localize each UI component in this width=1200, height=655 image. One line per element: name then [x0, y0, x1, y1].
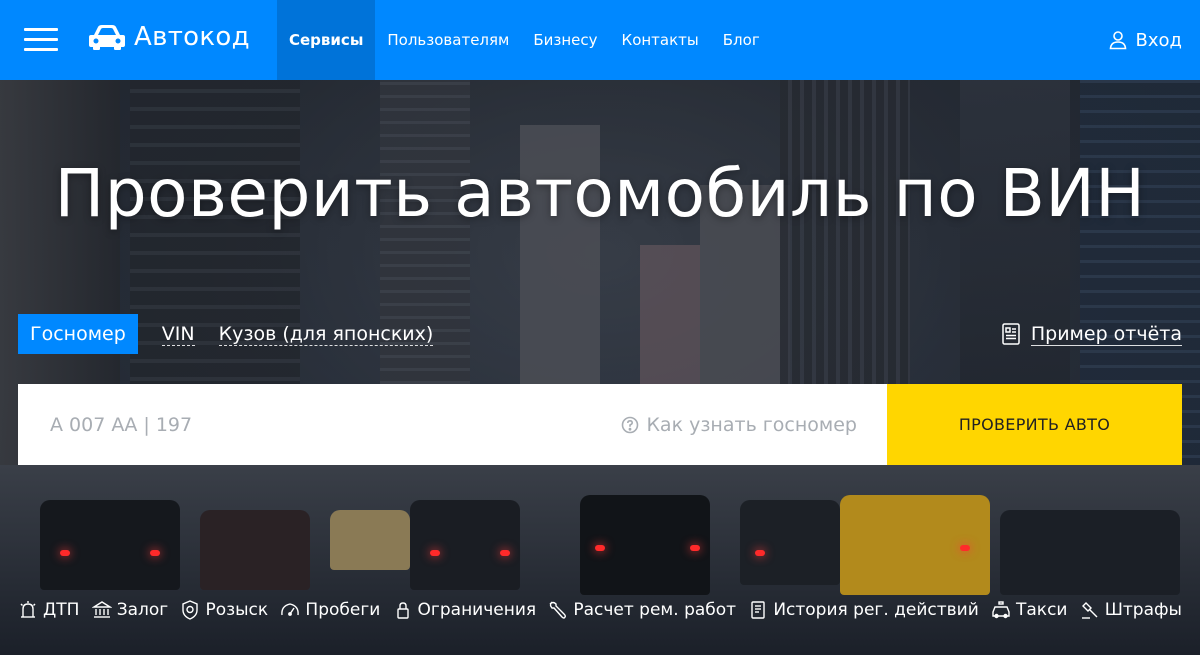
tail-light — [430, 550, 440, 556]
service-taxi[interactable]: Такси — [991, 600, 1067, 620]
bank-icon — [91, 601, 112, 618]
plate-number-input[interactable] — [18, 384, 598, 465]
tab-body-number[interactable]: Кузов (для японских) — [218, 314, 434, 354]
hero-title: Проверить автомобиль по ВИН — [54, 155, 1146, 232]
plate-help-label: Как узнать госномер — [646, 413, 857, 436]
tab-vin[interactable]: VIN — [161, 314, 195, 354]
plate-help-link[interactable]: Как узнать госномер — [621, 384, 857, 465]
service-wanted[interactable]: Розыск — [180, 600, 268, 620]
report-icon — [1002, 323, 1020, 345]
service-label: Такси — [1016, 600, 1068, 620]
background-car — [740, 500, 840, 585]
service-accidents[interactable]: ДТП — [18, 600, 79, 620]
tail-light — [500, 550, 510, 556]
tail-light — [690, 545, 700, 551]
service-label: Ограничения — [417, 600, 537, 620]
hero-section: Проверить автомобиль по ВИН Госномер VIN… — [0, 80, 1200, 655]
background-car — [410, 500, 520, 590]
wrench-icon — [549, 601, 567, 619]
service-label: Штрафы — [1104, 600, 1182, 620]
search-type-tabs: Госномер VIN Кузов (для японских) — [18, 314, 457, 354]
tail-light — [60, 550, 70, 556]
tail-light — [755, 550, 765, 556]
background-car — [1000, 510, 1180, 595]
service-label: Расчет рем. работ — [573, 600, 737, 620]
question-circle-icon — [622, 416, 639, 433]
logo-text: Автокод — [134, 22, 250, 52]
lock-icon — [396, 602, 409, 619]
service-repair-estimate[interactable]: Расчет рем. работ — [548, 600, 736, 620]
service-pledge[interactable]: Залог — [91, 600, 169, 620]
tab-label: Госномер — [30, 323, 126, 345]
tab-label: Кузов (для японских) — [218, 322, 434, 346]
nav-users[interactable]: Пользователям — [375, 0, 521, 80]
main-nav: Сервисы Пользователям Бизнесу Контакты Б… — [277, 0, 772, 80]
badge-icon — [182, 600, 199, 620]
logo[interactable]: Автокод — [88, 22, 250, 52]
login-label: Вход — [1135, 29, 1182, 51]
service-mileage[interactable]: Пробеги — [280, 600, 380, 620]
service-fines[interactable]: Штрафы — [1080, 600, 1182, 620]
gavel-icon — [1081, 602, 1098, 619]
vehicle-search-form: Как узнать госномер ПРОВЕРИТЬ АВТО — [18, 384, 1182, 465]
tail-light — [960, 545, 970, 551]
top-header: Автокод Сервисы Пользователям Бизнесу Ко… — [0, 0, 1200, 80]
user-icon — [1109, 31, 1126, 50]
tail-light — [595, 545, 605, 551]
background-car — [330, 510, 410, 570]
background-car — [40, 500, 180, 590]
search-field: Как узнать госномер — [18, 384, 887, 465]
service-label: История рег. действий — [773, 600, 979, 620]
nav-blog[interactable]: Блог — [711, 0, 772, 80]
sample-report-link[interactable]: Пример отчёта — [1001, 314, 1182, 354]
document-icon — [751, 601, 766, 619]
nav-business[interactable]: Бизнесу — [521, 0, 609, 80]
background-car — [200, 510, 310, 590]
menu-icon[interactable] — [24, 28, 58, 52]
tail-light — [150, 550, 160, 556]
service-restrictions[interactable]: Ограничения — [393, 600, 537, 620]
speedometer-icon — [281, 603, 300, 616]
accident-icon — [20, 601, 36, 618]
taxi-icon — [992, 601, 1010, 619]
nav-services[interactable]: Сервисы — [277, 0, 376, 80]
tab-plate-number[interactable]: Госномер — [18, 314, 138, 354]
tab-label: VIN — [161, 322, 195, 346]
service-label: Пробеги — [305, 600, 381, 620]
car-logo-icon — [89, 25, 125, 50]
login-button[interactable]: Вход — [1108, 0, 1182, 80]
sample-report-label: Пример отчёта — [1030, 322, 1182, 346]
nav-contacts[interactable]: Контакты — [610, 0, 711, 80]
check-car-button[interactable]: ПРОВЕРИТЬ АВТО — [887, 384, 1182, 465]
service-label: Розыск — [205, 600, 269, 620]
service-label: Залог — [116, 600, 169, 620]
service-label: ДТП — [43, 600, 80, 620]
service-registration-history[interactable]: История рег. действий — [748, 600, 979, 620]
services-list: ДТП Залог Розыск Пробеги Ограничения Рас… — [18, 595, 1182, 625]
